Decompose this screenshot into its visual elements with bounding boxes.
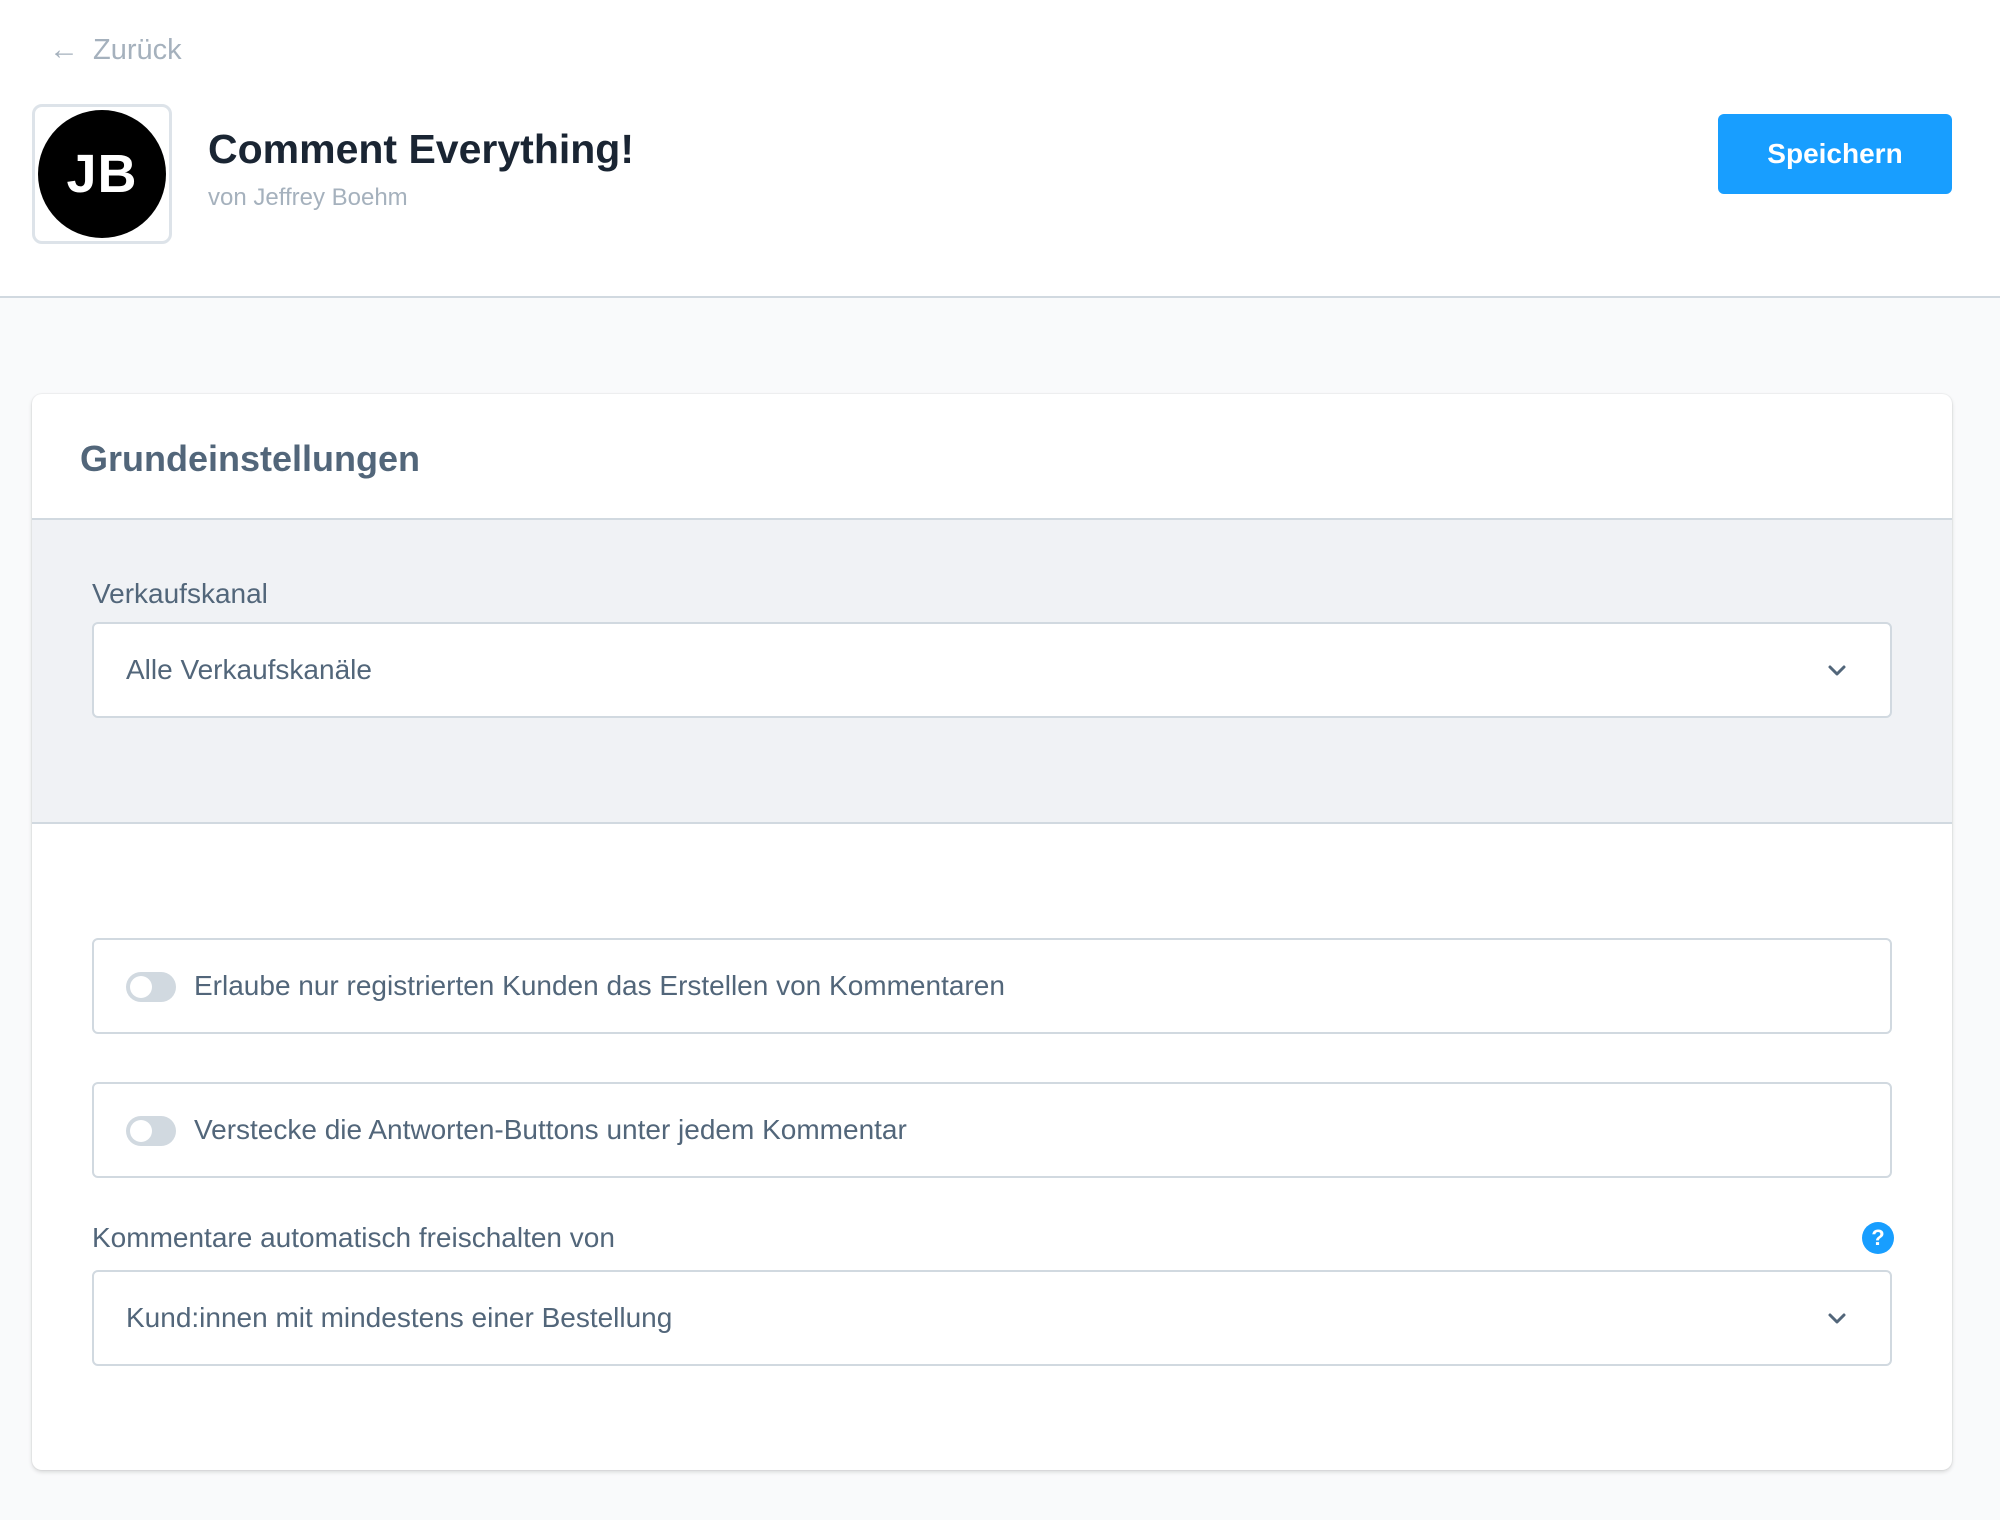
- logo-initials: JB: [38, 110, 166, 238]
- app-author: von Jeffrey Boehm: [208, 184, 408, 211]
- page-title: Comment Everything!: [208, 126, 634, 172]
- sales-channel-value: Alle Verkaufskanäle: [126, 654, 372, 685]
- sales-channel-label: Verkaufskanal: [92, 578, 268, 609]
- app-header: ← Zurück JB Comment Everything! von Jeff…: [0, 0, 2000, 298]
- app-logo: JB: [32, 104, 172, 244]
- auto-approve-select[interactable]: Kund:innen mit mindestens einer Bestellu…: [92, 1270, 1892, 1366]
- arrow-left-icon: ←: [49, 33, 79, 66]
- toggle-row-registered-only: Erlaube nur registrierten Kunden das Ers…: [92, 938, 1892, 1034]
- toggle-label: Erlaube nur registrierten Kunden das Ers…: [194, 970, 1005, 1001]
- toggle-row-hide-reply: Verstecke die Antworten-Buttons unter je…: [92, 1082, 1892, 1178]
- back-link[interactable]: ← Zurück: [49, 30, 182, 70]
- back-label: Zurück: [93, 33, 182, 66]
- auto-approve-value: Kund:innen mit mindestens einer Bestellu…: [126, 1302, 673, 1333]
- toggle-knob: [130, 976, 152, 998]
- sales-channel-section: Verkaufskanal Alle Verkaufskanäle: [32, 520, 1952, 824]
- chevron-down-icon: [1828, 1313, 1846, 1324]
- registered-only-toggle[interactable]: [126, 972, 176, 1002]
- chevron-down-icon: [1828, 665, 1846, 676]
- auto-approve-label: Kommentare automatisch freischalten von: [92, 1222, 615, 1253]
- settings-card: Grundeinstellungen Verkaufskanal Alle Ve…: [32, 394, 1952, 1470]
- card-title: Grundeinstellungen: [80, 438, 421, 479]
- toggle-label: Verstecke die Antworten-Buttons unter je…: [194, 1114, 907, 1145]
- hide-reply-buttons-toggle[interactable]: [126, 1116, 176, 1146]
- toggle-knob: [130, 1120, 152, 1142]
- help-icon[interactable]: ?: [1862, 1222, 1894, 1254]
- sales-channel-select[interactable]: Alle Verkaufskanäle: [92, 622, 1892, 718]
- save-button[interactable]: Speichern: [1718, 114, 1952, 194]
